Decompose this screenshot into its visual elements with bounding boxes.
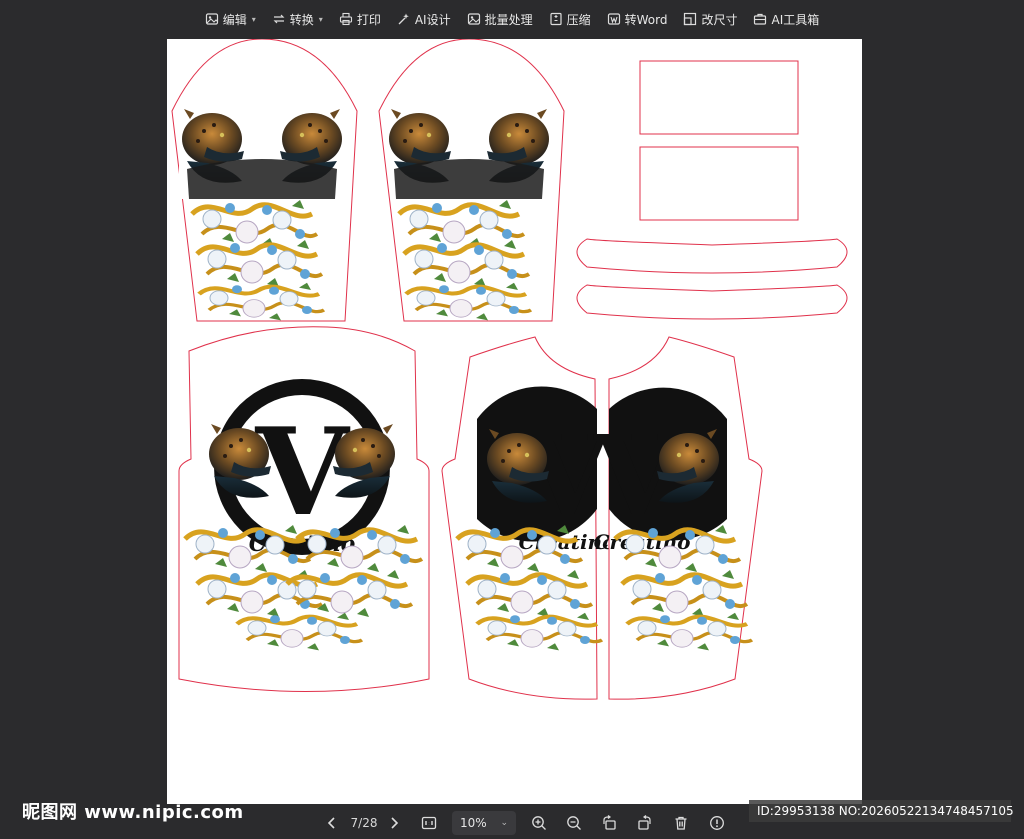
zoom-in-button[interactable] [529,813,549,833]
edit-menu-button[interactable]: 编辑 ▾ [199,7,262,31]
actual-size-icon [421,816,437,830]
compress-icon [549,12,562,26]
sleeve-piece-right [378,39,565,321]
word-icon [607,13,620,25]
zoom-select[interactable]: 10% ⌄ [452,811,516,835]
resize-button[interactable]: 改尺寸 [677,7,743,31]
resize-label: 改尺寸 [701,12,738,27]
sleeve-piece-left [171,39,358,321]
delete-button[interactable] [671,813,691,833]
collar-strip-top [576,238,848,274]
batch-icon [467,13,480,25]
back-panel: V Creatino [178,326,430,692]
ai-design-button[interactable]: AI设计 [391,7,457,31]
page-indicator: 7/28 [350,816,378,830]
ai-toolbox-label: AI工具箱 [771,12,820,27]
print-label: 打印 [356,12,381,27]
zoom-in-icon [532,816,546,830]
chevron-left-icon [327,817,335,829]
zoom-value: 10% [460,816,487,830]
chevron-down-icon: ▾ [318,14,323,24]
site-watermark: 昵图网 www.nipic.com [22,802,244,823]
to-word-label: 转Word [624,12,668,27]
rotate-left-icon [603,815,616,830]
front-panel-left: V Creatino [441,336,615,700]
edit-menu-label: 编辑 [222,12,247,27]
front-panel-right: V Creatino [593,336,763,700]
pattern-rectangle-top [639,60,799,135]
garment-pattern-artwork: V Creatino V Creatino V Cr [171,39,848,700]
resize-icon [684,12,697,26]
rotate-left-button[interactable] [599,813,619,833]
ai-toolbox-icon [754,13,767,25]
print-icon [339,12,352,26]
prev-page-button[interactable] [323,813,341,833]
trash-icon [675,816,687,830]
next-page-button[interactable] [385,813,403,833]
rotate-right-icon [638,815,651,830]
chevron-down-icon: ⌄ [500,818,508,828]
info-button[interactable] [707,813,727,833]
info-icon [710,816,724,830]
zoom-out-icon [567,816,581,830]
convert-menu-label: 转换 [289,12,314,27]
document-page: V Creatino V Creatino V Cr [167,39,862,804]
convert-icon [273,14,285,24]
chevron-right-icon [391,817,399,829]
print-button[interactable]: 打印 [333,7,387,31]
pattern-rectangle-bottom [639,146,799,221]
rotate-right-button[interactable] [635,813,655,833]
zoom-out-button[interactable] [564,813,584,833]
actual-size-button[interactable] [419,813,439,833]
collar-strip-bottom [576,284,848,320]
edit-icon [205,13,218,25]
compress-label: 压缩 [566,12,591,27]
ai-design-label: AI设计 [414,12,451,27]
compress-button[interactable]: 压缩 [543,7,597,31]
image-id-watermark: ID:29953138 NO:20260522134748457105 [749,800,1014,822]
ai-design-icon [398,13,409,25]
batch-process-label: 批量处理 [484,12,533,27]
ai-toolbox-button[interactable]: AI工具箱 [747,7,825,31]
top-toolbar: 编辑 ▾ 转换 ▾ 打印 AI设计 批量处理 压缩 转Word 改尺寸 AI工具箱 [0,0,1024,38]
to-word-button[interactable]: 转Word [601,7,674,31]
convert-menu-button[interactable]: 转换 ▾ [266,7,329,31]
batch-process-button[interactable]: 批量处理 [461,7,539,31]
chevron-down-icon: ▾ [251,14,256,24]
